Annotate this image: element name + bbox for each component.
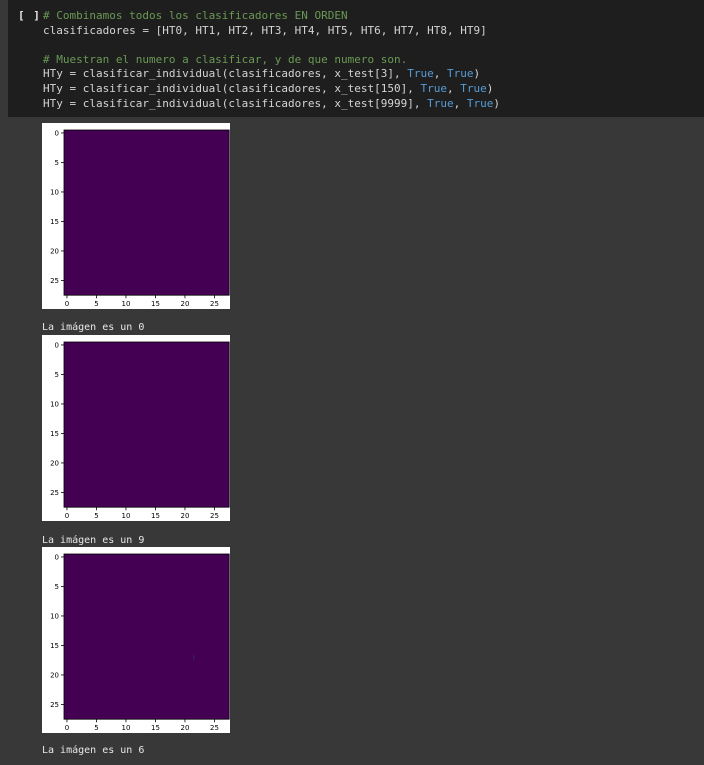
x-tick-label: 10 — [121, 724, 130, 732]
digit-figure-0: 0 5 10 15 20 25 0 5 10 15 20 25 — [42, 123, 230, 309]
code-token: , — [433, 67, 447, 81]
y-tick-label: 25 — [50, 701, 59, 709]
x-tick-label: 10 — [121, 300, 130, 308]
y-tick-label: 15 — [50, 642, 59, 650]
y-tick-label: 20 — [50, 247, 59, 255]
code-token: ) — [486, 81, 494, 95]
image-background — [64, 342, 230, 508]
code-keyword: True — [427, 96, 454, 110]
y-tick-label: 0 — [55, 129, 59, 137]
y-tick-label: 5 — [55, 371, 59, 379]
code-cell[interactable]: [ ] # Combinamos todos los clasificadore… — [8, 0, 704, 117]
digit-figure-9: 0 5 10 15 20 25 0 5 10 15 20 25 — [42, 335, 230, 521]
y-tick-label: 5 — [55, 583, 59, 591]
y-tick-label: 25 — [50, 489, 59, 497]
code-keyword: True — [407, 67, 434, 81]
run-cell-button[interactable]: [ ] — [18, 9, 41, 22]
output-text-0: La imágen es un 0 — [42, 322, 145, 333]
code-token: ) — [493, 96, 500, 110]
code-line: HTy = clasificar_individual(clasificador… — [43, 97, 500, 112]
x-tick-label: 25 — [210, 724, 219, 732]
code-keyword: True — [447, 67, 474, 81]
x-tick-label: 15 — [151, 512, 160, 520]
y-tick-label: 10 — [50, 188, 59, 196]
digit-9-plot: 0 5 10 15 20 25 0 5 10 15 20 25 — [50, 341, 230, 520]
x-tick-label: 5 — [94, 300, 98, 308]
code-token: ) — [473, 67, 481, 81]
y-tick-label: 20 — [50, 671, 59, 679]
x-tick-label: 5 — [94, 512, 98, 520]
y-tick-label: 5 — [55, 159, 59, 167]
code-line: HTy = clasificar_individual(clasificador… — [43, 67, 500, 82]
code-token: HTy = clasificar_individual(clasificador… — [43, 81, 421, 95]
x-tick-label: 0 — [65, 724, 69, 732]
x-tick-label: 20 — [180, 300, 189, 308]
x-tick-label: 20 — [180, 724, 189, 732]
image-background — [64, 130, 230, 296]
code-comment: # Muestran el numero a clasificar, y de … — [43, 52, 408, 66]
digit-0-plot: 0 5 10 15 20 25 0 5 10 15 20 25 — [50, 129, 230, 308]
x-tick-label: 25 — [210, 300, 219, 308]
code-token: HTy = clasificar_individual(clasificador… — [43, 67, 408, 81]
y-tick-label: 15 — [50, 430, 59, 438]
code-comment: # Combinamos todos los clasificadores EN… — [43, 9, 348, 22]
y-tick-label: 10 — [50, 400, 59, 408]
output-text-6: La imágen es un 6 — [42, 745, 145, 756]
x-tick-label: 20 — [180, 512, 189, 520]
digit-figure-6: 0 5 10 15 20 25 0 5 10 15 20 25 — [42, 547, 230, 733]
code-line: clasificadores = [HT0, HT1, HT2, HT3, HT… — [43, 24, 500, 39]
x-tick-label: 15 — [151, 300, 160, 308]
y-tick-label: 15 — [50, 218, 59, 226]
code-editor[interactable]: # Combinamos todos los clasificadores EN… — [43, 9, 500, 111]
y-tick-label: 25 — [50, 277, 59, 285]
y-tick-label: 10 — [50, 612, 59, 620]
x-tick-label: 0 — [65, 300, 69, 308]
image-background — [64, 554, 230, 720]
code-token: HTy = clasificar_individual(clasificador… — [43, 96, 428, 110]
y-tick-label: 0 — [55, 341, 59, 349]
code-line: HTy = clasificar_individual(clasificador… — [43, 82, 500, 97]
code-keyword: True — [466, 96, 494, 110]
x-tick-label: 25 — [210, 512, 219, 520]
code-keyword: True — [460, 81, 487, 95]
digit-6-plot: 0 5 10 15 20 25 0 5 10 15 20 25 — [50, 553, 230, 732]
y-tick-label: 0 — [55, 553, 59, 561]
x-tick-label: 5 — [94, 724, 98, 732]
x-tick-label: 10 — [121, 512, 130, 520]
code-token: , — [447, 81, 461, 95]
y-tick-label: 20 — [50, 459, 59, 467]
x-tick-label: 15 — [151, 724, 160, 732]
output-text-9: La imágen es un 9 — [42, 535, 145, 546]
code-token: , — [453, 96, 467, 110]
x-tick-label: 0 — [65, 512, 69, 520]
code-line: # Muestran el numero a clasificar, y de … — [43, 53, 500, 68]
code-line: # Combinamos todos los clasificadores EN… — [43, 9, 500, 24]
code-keyword: True — [420, 81, 448, 95]
code-token: clasificadores = [HT0, HT1, HT2, HT3, HT… — [43, 23, 487, 37]
